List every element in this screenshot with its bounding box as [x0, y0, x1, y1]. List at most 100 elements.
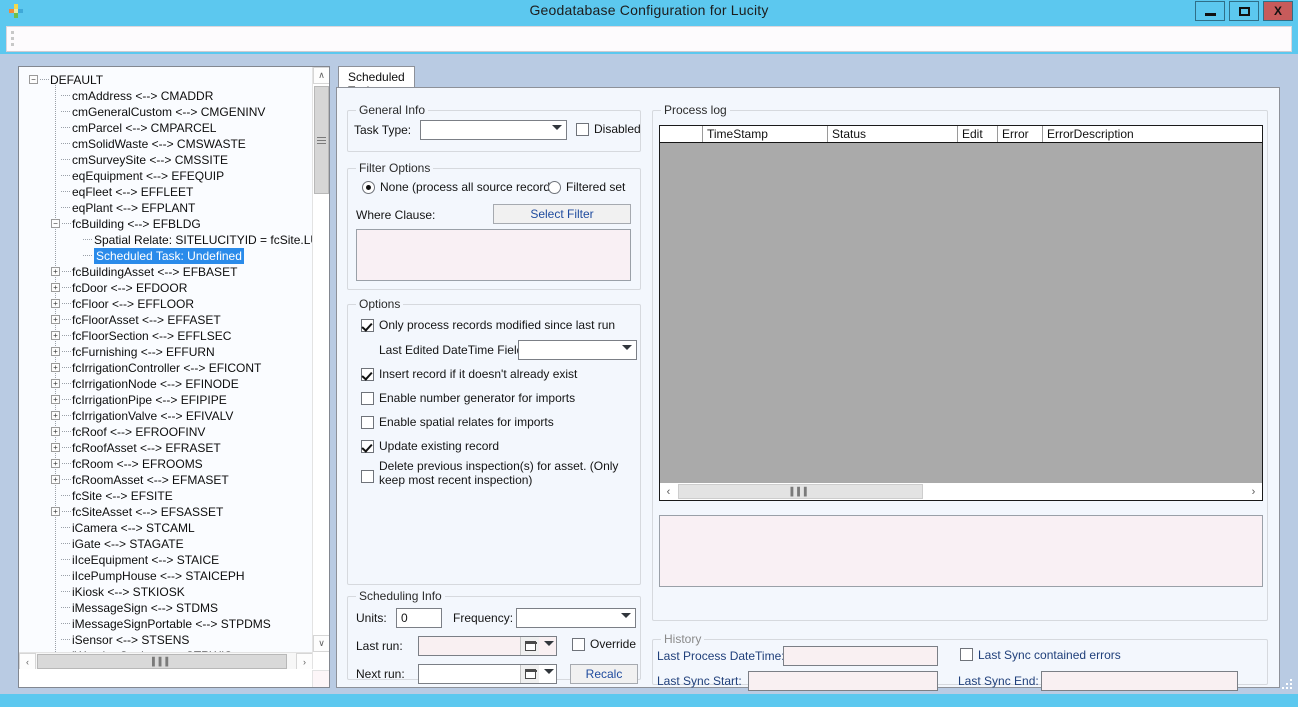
- calendar-icon[interactable]: [520, 637, 539, 655]
- list-item[interactable]: + fcBuildingAsset <--> EFBASET: [19, 264, 313, 280]
- last-sync-start-input[interactable]: [748, 671, 938, 691]
- tree-view[interactable]: − DEFAULT cmAddress <--> CMADDR cmGenera…: [19, 67, 313, 669]
- tree-toggle-plus-icon[interactable]: +: [51, 363, 60, 372]
- list-item[interactable]: + fcSiteAsset <--> EFSASSET: [19, 504, 313, 520]
- only-process-modified-checkbox[interactable]: [361, 319, 374, 332]
- list-item[interactable]: + fcIrrigationNode <--> EFINODE: [19, 376, 313, 392]
- chevron-down-icon[interactable]: [544, 641, 554, 646]
- process-log-detail-textarea[interactable]: [659, 515, 1263, 587]
- filter-none-radio[interactable]: [362, 181, 375, 194]
- calendar-icon[interactable]: [520, 665, 539, 683]
- list-item[interactable]: + fcIrrigationValve <--> EFIVALV: [19, 408, 313, 424]
- list-item[interactable]: + fcIrrigationController <--> EFICONT: [19, 360, 313, 376]
- minimize-button[interactable]: [1195, 1, 1225, 21]
- where-clause-textarea[interactable]: [356, 229, 631, 281]
- tree-toggle-plus-icon[interactable]: +: [51, 315, 60, 324]
- chevron-down-icon[interactable]: [544, 669, 554, 674]
- last-sync-end-input[interactable]: [1041, 671, 1238, 691]
- units-input[interactable]: 0: [396, 608, 442, 628]
- grid-scroll-right-button[interactable]: ›: [1245, 483, 1262, 500]
- list-item[interactable]: + fcFurnishing <--> EFFURN: [19, 344, 313, 360]
- grid-column-status[interactable]: Status: [828, 126, 958, 142]
- select-filter-button[interactable]: Select Filter: [493, 204, 631, 224]
- tree-toggle-plus-icon[interactable]: +: [51, 267, 60, 276]
- list-item[interactable]: + fcRoom <--> EFROOMS: [19, 456, 313, 472]
- list-item[interactable]: iMessageSignPortable <--> STPDMS: [19, 616, 313, 632]
- tree-toggle-plus-icon[interactable]: +: [51, 283, 60, 292]
- tree-toggle-minus-icon[interactable]: −: [51, 219, 60, 228]
- tree-toggle-plus-icon[interactable]: +: [51, 411, 60, 420]
- delete-previous-inspections-checkbox[interactable]: [361, 470, 374, 483]
- recalc-button[interactable]: Recalc: [570, 664, 638, 684]
- list-item[interactable]: + fcFloorAsset <--> EFFASET: [19, 312, 313, 328]
- tree-toggle-plus-icon[interactable]: +: [51, 395, 60, 404]
- process-log-grid[interactable]: TimeStamp Status Edit Error ErrorDescrip…: [659, 125, 1263, 501]
- scroll-up-button[interactable]: ∧: [313, 67, 329, 84]
- tab-scheduled-tasks[interactable]: Scheduled Tasks: [338, 66, 415, 98]
- tree-toggle-plus-icon[interactable]: +: [51, 475, 60, 484]
- grid-column-errordescription[interactable]: ErrorDescription: [1043, 126, 1262, 142]
- tree-vscroll-thumb[interactable]: [314, 86, 329, 194]
- scroll-left-button[interactable]: ‹: [19, 653, 36, 669]
- tree-toggle-plus-icon[interactable]: +: [51, 459, 60, 468]
- list-item[interactable]: + fcRoomAsset <--> EFMASET: [19, 472, 313, 488]
- list-item[interactable]: cmGeneralCustom <--> CMGENINV: [19, 104, 313, 120]
- last-edited-field-combo[interactable]: [518, 340, 637, 360]
- list-item[interactable]: iGate <--> STAGATE: [19, 536, 313, 552]
- window-resize-grip-icon[interactable]: [1282, 679, 1294, 691]
- tree-horizontal-scrollbar[interactable]: ‹ ▌▌▌ ›: [19, 652, 313, 669]
- maximize-button[interactable]: [1229, 1, 1259, 21]
- tree-toggle-plus-icon[interactable]: +: [51, 507, 60, 516]
- list-item[interactable]: + fcIrrigationPipe <--> EFIPIPE: [19, 392, 313, 408]
- scroll-right-button[interactable]: ›: [296, 653, 313, 669]
- disabled-checkbox[interactable]: [576, 123, 589, 136]
- list-item[interactable]: + fcDoor <--> EFDOOR: [19, 280, 313, 296]
- last-process-datetime-input[interactable]: [783, 646, 938, 666]
- number-generator-checkbox[interactable]: [361, 392, 374, 405]
- spatial-relates-checkbox[interactable]: [361, 416, 374, 429]
- list-item[interactable]: iSensor <--> STSENS: [19, 632, 313, 648]
- grid-scroll-left-button[interactable]: ‹: [660, 483, 677, 500]
- last-run-datetime-picker[interactable]: [418, 636, 557, 656]
- insert-record-checkbox[interactable]: [361, 368, 374, 381]
- list-item[interactable]: iCamera <--> STCAML: [19, 520, 313, 536]
- list-item[interactable]: iMessageSign <--> STDMS: [19, 600, 313, 616]
- scroll-down-button[interactable]: ∨: [313, 635, 329, 652]
- list-item[interactable]: iIceEquipment <--> STAICE: [19, 552, 313, 568]
- toolbar-grip-icon[interactable]: [11, 31, 14, 48]
- task-type-combo[interactable]: [420, 120, 567, 140]
- tree-toggle-minus-icon[interactable]: −: [29, 75, 38, 84]
- list-item[interactable]: iKiosk <--> STKIOSK: [19, 584, 313, 600]
- toolbar[interactable]: [6, 26, 1292, 52]
- list-item[interactable]: eqPlant <--> EFPLANT: [19, 200, 313, 216]
- override-checkbox[interactable]: [572, 638, 585, 651]
- list-item[interactable]: + fcRoofAsset <--> EFRASET: [19, 440, 313, 456]
- tree-toggle-plus-icon[interactable]: +: [51, 443, 60, 452]
- list-item[interactable]: eqFleet <--> EFFLEET: [19, 184, 313, 200]
- tree-toggle-plus-icon[interactable]: +: [51, 347, 60, 356]
- geodatabase-tree-panel[interactable]: − DEFAULT cmAddress <--> CMADDR cmGenera…: [18, 66, 330, 688]
- list-item[interactable]: + fcRoof <--> EFROOFINV: [19, 424, 313, 440]
- next-run-datetime-picker[interactable]: [418, 664, 557, 684]
- tree-toggle-plus-icon[interactable]: +: [51, 299, 60, 308]
- filter-filtered-radio[interactable]: [548, 181, 561, 194]
- list-item[interactable]: cmSolidWaste <--> CMSWASTE: [19, 136, 313, 152]
- grid-hscroll-thumb[interactable]: ▌▌▌: [678, 484, 923, 499]
- grid-column-rowselector[interactable]: [660, 126, 703, 142]
- last-sync-errors-checkbox[interactable]: [960, 648, 973, 661]
- tree-hscroll-thumb[interactable]: ▌▌▌: [37, 654, 287, 669]
- tree-vertical-scrollbar[interactable]: ∧ ∨: [312, 67, 329, 669]
- list-item[interactable]: iIcePumpHouse <--> STAICEPH: [19, 568, 313, 584]
- process-log-horizontal-scrollbar[interactable]: ‹ ▌▌▌ ›: [660, 483, 1262, 500]
- list-item[interactable]: cmAddress <--> CMADDR: [19, 88, 313, 104]
- list-item[interactable]: cmSurveySite <--> CMSSITE: [19, 152, 313, 168]
- tree-item-default[interactable]: − DEFAULT: [19, 72, 313, 88]
- list-item[interactable]: eqEquipment <--> EFEQUIP: [19, 168, 313, 184]
- list-item[interactable]: cmParcel <--> CMPARCEL: [19, 120, 313, 136]
- list-item[interactable]: fcSite <--> EFSITE: [19, 488, 313, 504]
- grid-column-timestamp[interactable]: TimeStamp: [703, 126, 828, 142]
- grid-column-error[interactable]: Error: [998, 126, 1043, 142]
- tree-toggle-plus-icon[interactable]: +: [51, 331, 60, 340]
- update-existing-checkbox[interactable]: [361, 440, 374, 453]
- frequency-combo[interactable]: [516, 608, 636, 628]
